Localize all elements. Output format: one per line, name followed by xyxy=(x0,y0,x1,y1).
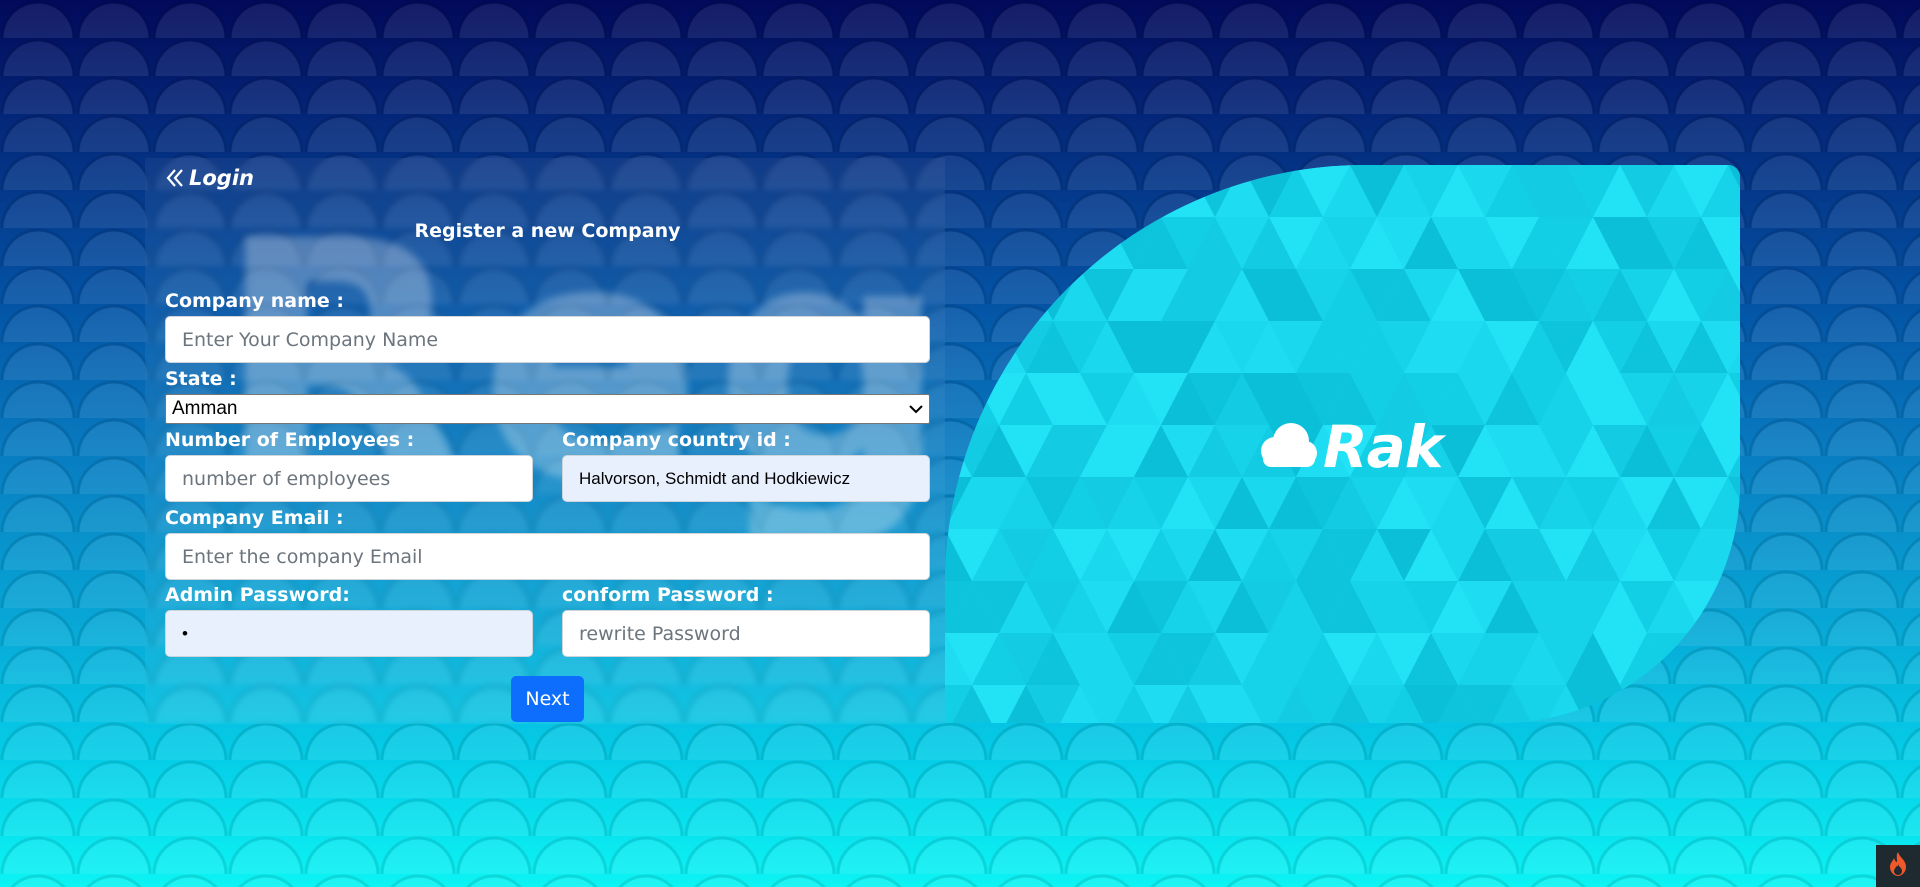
double-chevron-left-icon xyxy=(165,168,185,188)
employees-input[interactable] xyxy=(165,455,533,502)
confirm-password-input[interactable] xyxy=(562,610,930,657)
confirm-password-label: conform Password : xyxy=(562,584,774,606)
cloud-icon xyxy=(1255,421,1321,474)
country-id-label: Company country id : xyxy=(562,429,791,451)
email-label: Company Email : xyxy=(165,507,344,529)
admin-password-input[interactable] xyxy=(165,610,533,657)
fire-icon xyxy=(1887,851,1909,882)
next-button[interactable]: Next xyxy=(511,676,584,722)
email-input[interactable] xyxy=(165,533,930,580)
company-name-label: Company name : xyxy=(165,290,344,312)
page-title: Register a new Company xyxy=(414,220,681,242)
country-id-input[interactable] xyxy=(562,455,930,502)
login-link-label: Login xyxy=(189,166,254,190)
employees-label: Number of Employees : xyxy=(165,429,415,451)
admin-password-label: Admin Password: xyxy=(165,584,350,606)
state-selected-value: Amman xyxy=(172,398,238,419)
company-name-input[interactable] xyxy=(165,316,930,363)
state-select[interactable]: Amman xyxy=(165,394,930,424)
corner-widget[interactable] xyxy=(1876,845,1920,887)
chevron-down-icon xyxy=(909,398,923,420)
state-label: State : xyxy=(165,368,237,390)
brand-name: Rak xyxy=(1323,413,1443,481)
login-link[interactable]: Login xyxy=(165,166,254,190)
brand-logo: Rak xyxy=(1255,412,1443,482)
